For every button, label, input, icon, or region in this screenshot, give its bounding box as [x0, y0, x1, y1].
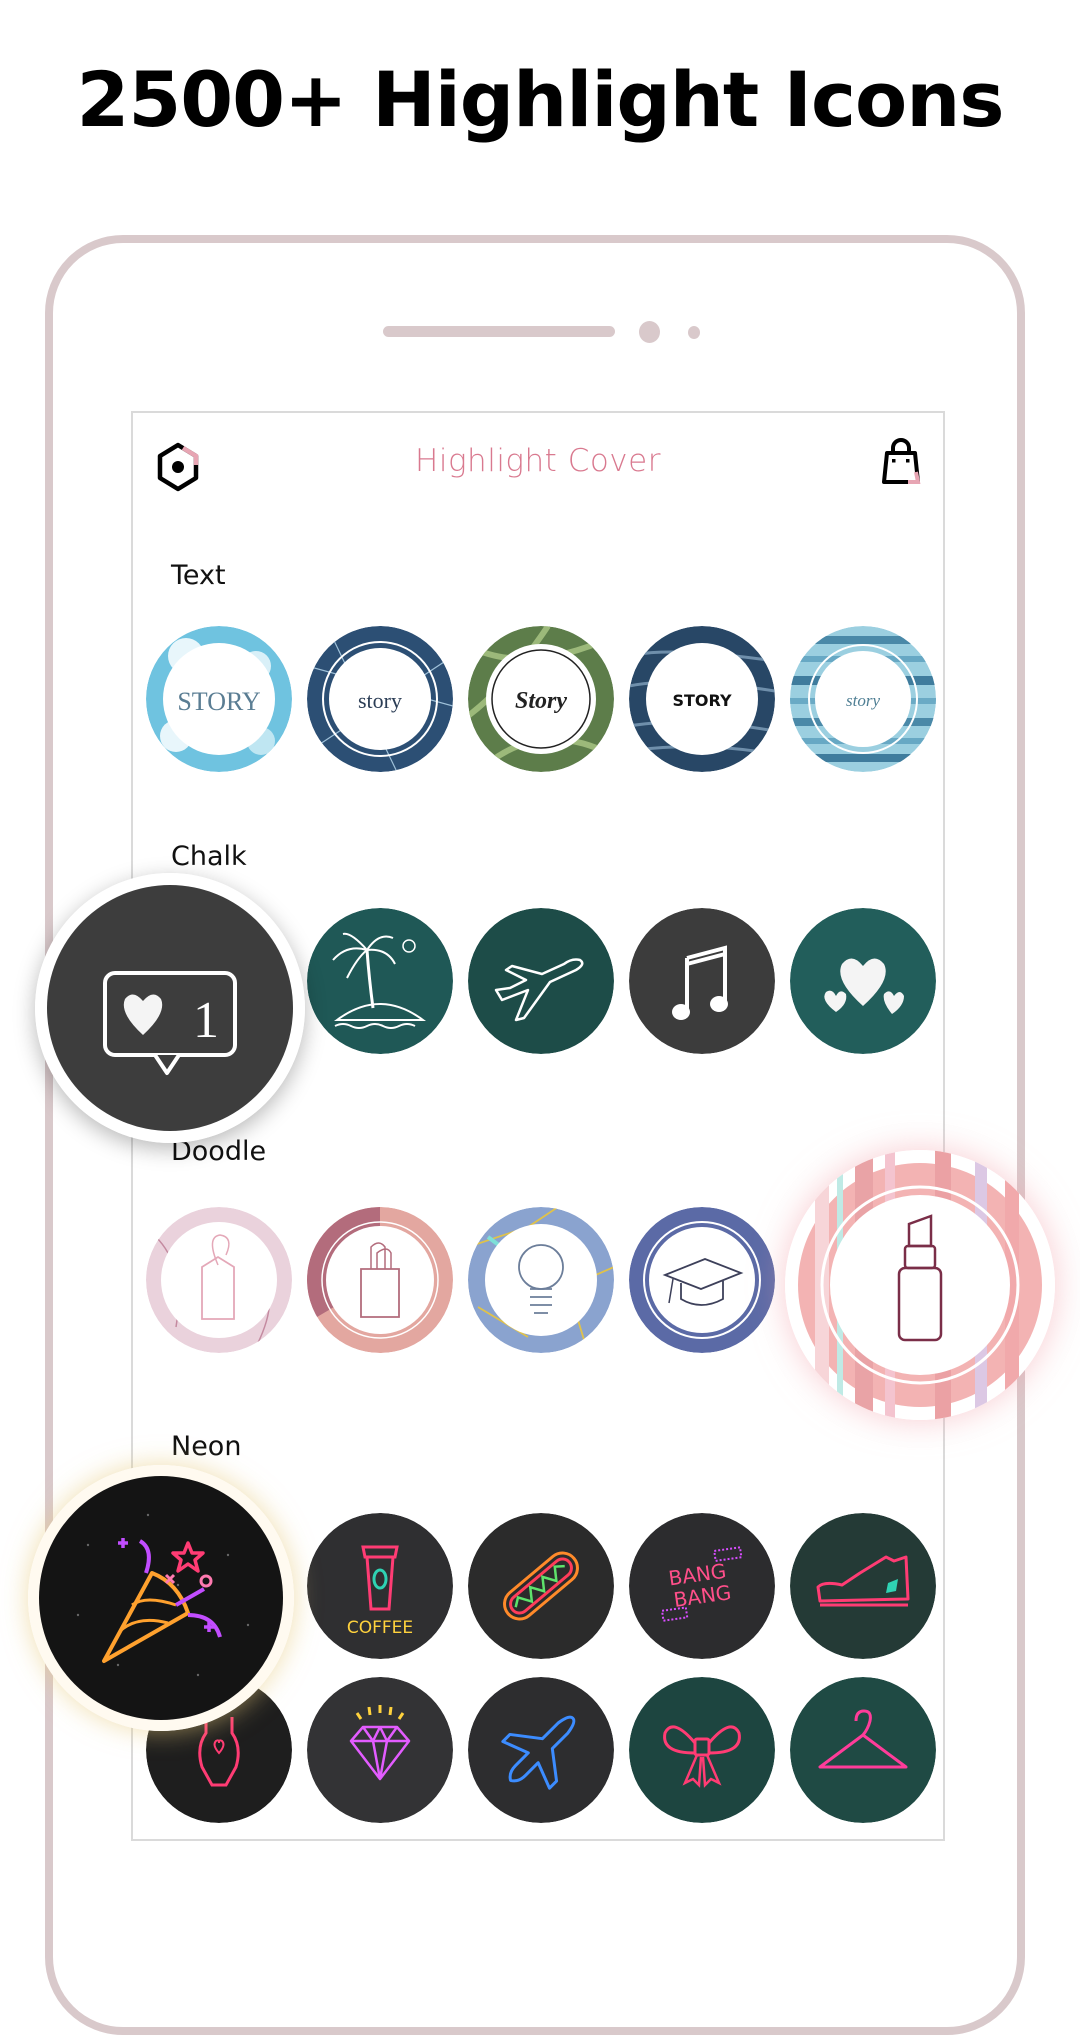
cover-neon-hot-dog[interactable] [468, 1513, 614, 1659]
app-title: Highlight Cover [415, 443, 661, 479]
section-label-chalk: Chalk [171, 841, 247, 872]
cover-chalk-music-note[interactable] [629, 908, 775, 1054]
cover-text-marble-story[interactable]: story [307, 626, 453, 772]
cover-neon-coffee-cup[interactable]: COFFEE [307, 1513, 453, 1659]
cover-chalk-airplane[interactable] [468, 908, 614, 1054]
callout-neon-party-popper[interactable] [28, 1465, 294, 1731]
callout-doodle-lipstick[interactable] [785, 1150, 1055, 1420]
svg-text:STORY: STORY [672, 691, 731, 710]
promo-headline: 2500+ Highlight Icons [76, 55, 1004, 144]
story-text: STORY [177, 687, 261, 716]
section-label-neon: Neon [171, 1431, 242, 1462]
cover-text-palm-story[interactable]: Story [468, 626, 614, 772]
cover-doodle-graduation-cap[interactable] [629, 1207, 775, 1353]
svg-text:story: story [358, 688, 402, 713]
phone-camera [639, 321, 660, 343]
svg-text:story: story [846, 691, 880, 710]
cover-text-stripes-story[interactable]: story [790, 626, 936, 772]
like-count: 1 [193, 992, 219, 1049]
cover-neon-hanger[interactable] [790, 1677, 936, 1823]
coffee-label: COFFEE [347, 1618, 413, 1638]
cover-neon-sneaker[interactable] [790, 1513, 936, 1659]
cover-text-sky-story[interactable]: STORY [146, 626, 292, 772]
cover-neon-bang-bang[interactable]: BANG BANG [629, 1513, 775, 1659]
cover-chalk-palm-island[interactable] [307, 908, 453, 1054]
shopping-bag-icon[interactable] [874, 436, 928, 490]
svg-text:Story: Story [515, 688, 567, 714]
cover-chalk-hearts[interactable] [790, 908, 936, 1054]
section-label-text: Text [171, 560, 226, 591]
cover-neon-airplane[interactable] [468, 1677, 614, 1823]
cover-doodle-shopping-bag[interactable] [307, 1207, 453, 1353]
cover-text-ocean-story[interactable]: STORY [629, 626, 775, 772]
cover-doodle-tag[interactable] [146, 1207, 292, 1353]
phone-sensor [688, 326, 700, 339]
callout-chalk-like-notification[interactable]: 1 [35, 873, 305, 1143]
phone-speaker [383, 326, 615, 337]
cover-neon-bow[interactable] [629, 1677, 775, 1823]
cover-neon-diamond[interactable] [307, 1677, 453, 1823]
cover-doodle-light-bulb[interactable] [468, 1207, 614, 1353]
